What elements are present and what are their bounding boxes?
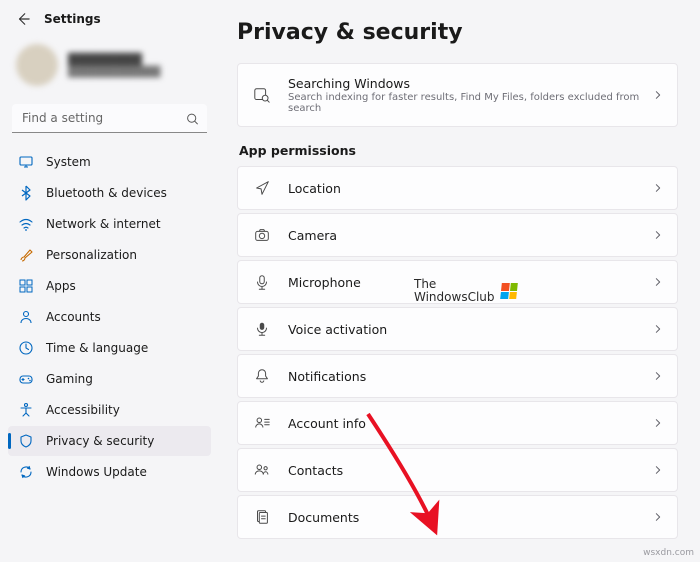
search-index-icon: [252, 86, 272, 104]
wifi-icon: [18, 216, 34, 232]
card-title: Location: [288, 181, 645, 196]
chevron-right-icon: [653, 90, 663, 100]
user-email: ████████████: [68, 67, 160, 78]
location-icon: [252, 179, 272, 197]
sidebar-item-clock[interactable]: Time & language: [8, 333, 211, 363]
bell-icon: [252, 367, 272, 385]
sidebar-item-label: Gaming: [46, 372, 93, 386]
avatar: [16, 44, 58, 86]
chevron-right-icon: [653, 277, 663, 287]
brush-icon: [18, 247, 34, 263]
card-documents[interactable]: Documents: [237, 495, 678, 539]
card-accountinfo[interactable]: Account info: [237, 401, 678, 445]
clock-icon: [18, 340, 34, 356]
sidebar-item-label: Accessibility: [46, 403, 120, 417]
nav: System Bluetooth & devices Network & inter…: [8, 147, 211, 487]
card-subtitle: Search indexing for faster results, Find…: [288, 92, 645, 114]
card-mic[interactable]: Microphone: [237, 260, 678, 304]
sidebar: Settings ████████ ████████████ System Blu…: [0, 0, 215, 562]
sidebar-item-label: Bluetooth & devices: [46, 186, 167, 200]
chevron-right-icon: [653, 371, 663, 381]
bluetooth-icon: [18, 185, 34, 201]
person-icon: [18, 309, 34, 325]
card-title: Voice activation: [288, 322, 645, 337]
mic-icon: [252, 273, 272, 291]
sidebar-item-label: Windows Update: [46, 465, 147, 479]
shield-icon: [18, 433, 34, 449]
update-icon: [18, 464, 34, 480]
arrow-left-icon: [16, 12, 30, 26]
card-title: Microphone: [288, 275, 645, 290]
sidebar-item-label: Apps: [46, 279, 76, 293]
sidebar-item-shield[interactable]: Privacy & security: [8, 426, 211, 456]
user-block[interactable]: ████████ ████████████: [8, 36, 211, 94]
voice-icon: [252, 320, 272, 338]
back-button[interactable]: [16, 12, 30, 26]
camera-icon: [252, 226, 272, 244]
card-voice[interactable]: Voice activation: [237, 307, 678, 351]
user-info: ████████ ████████████: [68, 53, 160, 78]
sidebar-item-system[interactable]: System: [8, 147, 211, 177]
card-title: Notifications: [288, 369, 645, 384]
card-camera[interactable]: Camera: [237, 213, 678, 257]
accessibility-icon: [18, 402, 34, 418]
sidebar-item-wifi[interactable]: Network & internet: [8, 209, 211, 239]
sidebar-item-person[interactable]: Accounts: [8, 302, 211, 332]
user-name: ████████: [68, 53, 160, 67]
search-icon: [186, 112, 199, 125]
card-title: Contacts: [288, 463, 645, 478]
sidebar-item-apps[interactable]: Apps: [8, 271, 211, 301]
card-title: Camera: [288, 228, 645, 243]
search-input[interactable]: [12, 104, 207, 133]
chevron-right-icon: [653, 465, 663, 475]
apps-icon: [18, 278, 34, 294]
contacts-icon: [252, 461, 272, 479]
card-bell[interactable]: Notifications: [237, 354, 678, 398]
card-body: Searching Windows Search indexing for fa…: [288, 76, 645, 114]
system-icon: [18, 154, 34, 170]
sidebar-item-label: Privacy & security: [46, 434, 154, 448]
sidebar-item-brush[interactable]: Personalization: [8, 240, 211, 270]
sidebar-item-bluetooth[interactable]: Bluetooth & devices: [8, 178, 211, 208]
card-contacts[interactable]: Contacts: [237, 448, 678, 492]
sidebar-item-gamepad[interactable]: Gaming: [8, 364, 211, 394]
accountinfo-icon: [252, 414, 272, 432]
chevron-right-icon: [653, 324, 663, 334]
card-title: Account info: [288, 416, 645, 431]
card-location[interactable]: Location: [237, 166, 678, 210]
chevron-right-icon: [653, 512, 663, 522]
header-row: Settings: [8, 8, 211, 36]
sidebar-item-label: Time & language: [46, 341, 148, 355]
section-app-permissions: App permissions: [239, 143, 676, 158]
chevron-right-icon: [653, 418, 663, 428]
search-wrap: [12, 104, 207, 133]
card-title: Searching Windows: [288, 76, 645, 91]
sidebar-item-update[interactable]: Windows Update: [8, 457, 211, 487]
sidebar-item-label: Personalization: [46, 248, 137, 262]
documents-icon: [252, 508, 272, 526]
main: Privacy & security Searching Windows Sea…: [215, 0, 700, 562]
chevron-right-icon: [653, 230, 663, 240]
card-title: Documents: [288, 510, 645, 525]
sidebar-item-label: Network & internet: [46, 217, 161, 231]
sidebar-item-label: Accounts: [46, 310, 101, 324]
gamepad-icon: [18, 371, 34, 387]
site-watermark: wsxdn.com: [643, 548, 694, 558]
sidebar-item-accessibility[interactable]: Accessibility: [8, 395, 211, 425]
sidebar-item-label: System: [46, 155, 91, 169]
card-searching-windows[interactable]: Searching Windows Search indexing for fa…: [237, 63, 678, 127]
chevron-right-icon: [653, 183, 663, 193]
page-title: Privacy & security: [237, 20, 678, 45]
app-title: Settings: [44, 12, 101, 26]
